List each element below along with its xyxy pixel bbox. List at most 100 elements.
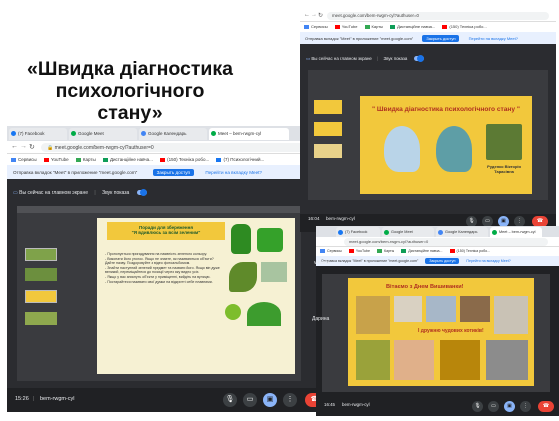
url-field[interactable]: meet.google.com/bem-rwgm-cyl?authuser=0 bbox=[327, 12, 549, 20]
slide-canvas: Вітаємо з Днем Вишиванки! І дружню чудов… bbox=[348, 278, 534, 386]
title-line-2: психологічного bbox=[55, 80, 205, 102]
meeting-time: 16:04 bbox=[308, 216, 320, 221]
cat-photo bbox=[486, 340, 528, 380]
end-call-button[interactable]: ☎ bbox=[538, 401, 554, 412]
tab-calendar[interactable]: Google Календарь bbox=[139, 128, 207, 140]
title-line-1: «Швидка діагностика bbox=[27, 58, 233, 80]
share-notification: Отправка вкладок "Meet" в приложение "me… bbox=[7, 165, 335, 179]
meeting-time: 15:26 bbox=[15, 396, 29, 402]
sound-toggle[interactable] bbox=[413, 55, 424, 63]
bookmark-maps[interactable]: Карты bbox=[75, 157, 96, 162]
bookmark-technique[interactable]: (150) Техніка робо... bbox=[442, 24, 487, 29]
slide-subheading: І дружню чудових котиків! bbox=[418, 328, 484, 334]
more-options-icon[interactable]: ⋮ bbox=[520, 401, 531, 412]
url-field[interactable]: 🔒 meet.google.com/bem-rwgm-cyl?authuser=… bbox=[41, 143, 329, 152]
meet-control-bar: 15:26 | bem-rwgm-cyl 🎙 ▭ ▣ ⋮ ☎ bbox=[7, 388, 335, 412]
slide-heading: Вітаємо з Днем Вишиванки! bbox=[386, 284, 464, 290]
slide-thumbnail[interactable] bbox=[314, 144, 342, 158]
slide-thumbnail[interactable] bbox=[25, 312, 57, 325]
tab-facebook[interactable]: (7) Facebook bbox=[9, 128, 67, 140]
slide-thumbnail[interactable] bbox=[25, 248, 57, 261]
slide-header-box: Поради для збереження "Я вдивлюсь за всі… bbox=[107, 222, 225, 240]
meeting-code: bem-rwgm-cyl bbox=[326, 216, 355, 221]
bookmark-distance-learning[interactable]: Дистанційне навча... bbox=[390, 24, 435, 29]
bookmark-psych[interactable]: (7) Психологічний... bbox=[216, 157, 264, 162]
bookmark-technique[interactable]: (150) Техніка робо... bbox=[160, 157, 209, 162]
bookmark-technique[interactable]: (150) Техніка робо... bbox=[449, 249, 490, 254]
slide-bullets: - Пропонується пригадування на наявність… bbox=[105, 252, 220, 284]
shared-screen: Поради для збереження "Я вдивлюсь за всі… bbox=[17, 206, 301, 381]
head-brain-image bbox=[384, 126, 420, 172]
cat-photo bbox=[460, 296, 490, 322]
url-field[interactable]: meet.google.com/bem-rwgm-cyl?authuser=0 bbox=[344, 238, 548, 246]
tab-facebook[interactable]: (7) Facebook bbox=[336, 227, 380, 237]
tab-bar: (7) Facebook Google Meet Google Календар… bbox=[316, 226, 559, 237]
ppt-title-strip bbox=[17, 206, 301, 213]
camera-button[interactable]: ▭ bbox=[488, 401, 499, 412]
cat-photo bbox=[426, 296, 456, 322]
bookmark-youtube[interactable]: YouTube bbox=[334, 24, 357, 29]
meet-control-bar: 16:45 bem-rwgm-cyl 🎙 ▭ ▣ ⋮ ☎ bbox=[316, 398, 559, 416]
shared-screen: " Швидка діагностика психологічного стан… bbox=[308, 70, 548, 200]
microphone-button[interactable]: 🎙 bbox=[472, 401, 483, 412]
slide-thumbnail[interactable] bbox=[25, 268, 57, 281]
cat-photo bbox=[440, 340, 480, 380]
address-bar: ← → ↻ meet.google.com/bem-rwgm-cyl?authu… bbox=[300, 10, 556, 22]
bookmarks-bar: Сервисы YouTube Карты Дистанційне навча.… bbox=[316, 247, 559, 256]
bookmark-distance-learning[interactable]: Дистанційне навча... bbox=[401, 249, 443, 254]
reload-icon[interactable]: ↻ bbox=[318, 12, 323, 19]
green-vase-image bbox=[231, 224, 251, 254]
share-notification: Отправка вкладок "Meet" в приложение "me… bbox=[300, 32, 556, 44]
present-button[interactable]: ▣ bbox=[263, 393, 277, 407]
reload-icon[interactable]: ↻ bbox=[29, 143, 35, 151]
participant-label: Дарина bbox=[312, 316, 330, 322]
participant-label: viktoria bbox=[314, 260, 330, 266]
stop-sharing-button[interactable]: Закрыть доступ bbox=[425, 258, 460, 264]
slide-title: " Швидка діагностика психологічного стан… bbox=[371, 106, 521, 113]
camera-button[interactable]: ▭ bbox=[243, 393, 257, 407]
author-name: Руденко Вікторія Тарасівна bbox=[487, 164, 521, 174]
stop-sharing-button[interactable]: Закрыть доступ bbox=[152, 169, 195, 176]
bookmark-youtube[interactable]: YouTube bbox=[43, 157, 69, 162]
page-title: «Швидка діагностика психологічного стану… bbox=[6, 58, 254, 124]
switch-tab-link[interactable]: Перейти на вкладку Meet? bbox=[469, 36, 518, 41]
green-mug-image bbox=[257, 228, 283, 252]
bookmark-services[interactable]: Сервисы bbox=[320, 249, 342, 254]
slide-canvas: Поради для збереження "Я вдивлюсь за всі… bbox=[97, 218, 295, 374]
bookmark-services[interactable]: Сервисы bbox=[304, 24, 328, 29]
back-arrow-icon[interactable]: ← bbox=[304, 12, 310, 18]
switch-tab-link[interactable]: Перейти на вкладку Meet? bbox=[205, 170, 262, 175]
microphone-button[interactable]: 🎙 bbox=[223, 393, 237, 407]
back-arrow-icon[interactable]: ← bbox=[11, 143, 18, 150]
forward-arrow-icon[interactable]: → bbox=[20, 143, 27, 150]
stop-sharing-button[interactable]: Закрыть доступ bbox=[422, 35, 460, 42]
meeting-time: 16:45 bbox=[324, 402, 335, 407]
bookmark-youtube[interactable]: YouTube bbox=[348, 249, 370, 254]
tab-google-meet[interactable]: Google Meet bbox=[69, 128, 137, 140]
cat-photo bbox=[356, 340, 390, 380]
slide-thumbnail[interactable] bbox=[314, 122, 342, 136]
forward-arrow-icon[interactable]: → bbox=[311, 12, 317, 18]
tab-calendar[interactable]: Google Календарь bbox=[436, 227, 488, 237]
tab-meet-active[interactable]: Meet – bem-rwgm-cyl bbox=[490, 227, 542, 237]
meeting-code: bem-rwgm-cyl bbox=[342, 402, 370, 407]
share-notification: Отправка вкладок "Meet" в приложение "me… bbox=[316, 256, 559, 266]
bookmark-maps[interactable]: Карты bbox=[377, 249, 394, 254]
switch-tab-link[interactable]: Перейти на вкладку Meet? bbox=[466, 259, 510, 263]
tab-google-meet[interactable]: Google Meet bbox=[382, 227, 434, 237]
lock-icon: 🔒 bbox=[47, 145, 55, 151]
cat-photo bbox=[394, 340, 434, 380]
green-apple-image bbox=[225, 304, 241, 320]
more-options-icon[interactable]: ⋮ bbox=[283, 393, 297, 407]
bookmark-distance-learning[interactable]: Дистанційне навча... bbox=[102, 157, 153, 162]
bookmark-maps[interactable]: Карты bbox=[364, 24, 383, 29]
slide-thumbnail[interactable] bbox=[314, 100, 342, 114]
bookmark-services[interactable]: Сервисы bbox=[11, 157, 37, 162]
top-right-browser-window: ← → ↻ meet.google.com/bem-rwgm-cyl?authu… bbox=[300, 10, 556, 232]
tab-meet-active[interactable]: Meet – bem-rwgm-cyl bbox=[209, 128, 289, 140]
present-button[interactable]: ▣ bbox=[504, 401, 515, 412]
author-photo bbox=[486, 124, 522, 160]
cat-photo bbox=[394, 296, 422, 322]
slide-thumbnail[interactable] bbox=[25, 290, 57, 303]
sound-toggle[interactable] bbox=[136, 189, 147, 197]
